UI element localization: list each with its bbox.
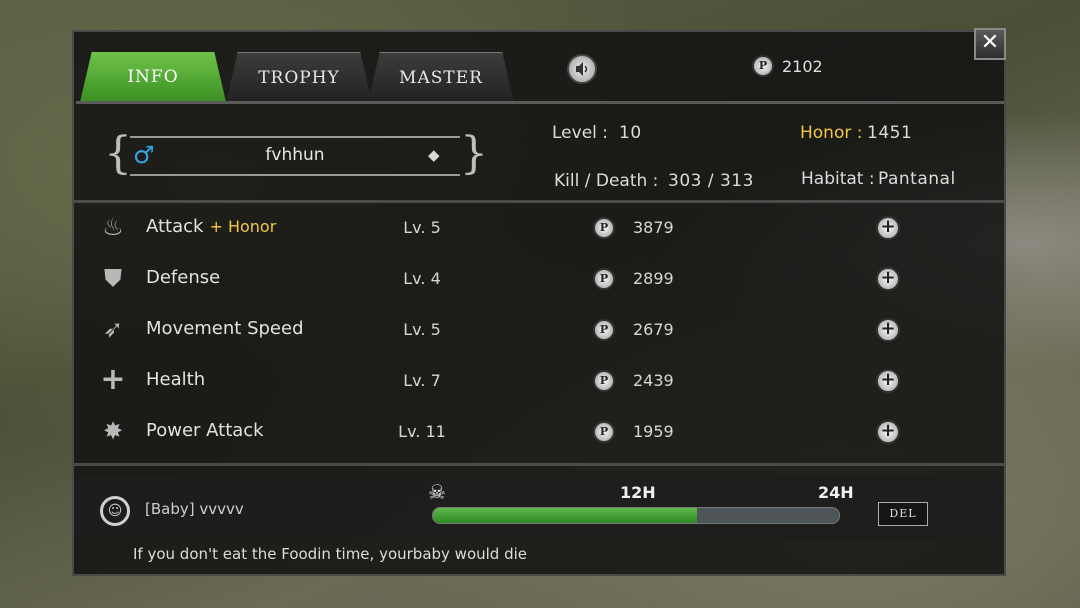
shield-icon: ⛊ [104,264,122,292]
skill-row-power-attack: ✸ Power Attack Lv. 11 P 1959 + [72,406,1006,456]
skill-row-attack: ♨ Attack + Honor Lv. 5 P 3879 + [72,202,1006,252]
points-icon: P [593,370,615,392]
upgrade-health-button[interactable]: + [876,369,900,393]
tab-info[interactable]: INFO [80,52,226,102]
food-progress-fill [433,508,697,523]
skill-cost: 2439 [633,371,674,390]
skill-row-health: + Health Lv. 7 P 2439 + [72,355,1006,405]
tab-trophy[interactable]: TROPHY [226,52,372,103]
player-name: fvhhun [265,145,325,165]
skill-name: Attack + Honor [146,216,277,237]
level-label: Level : [552,123,609,143]
diamond-icon[interactable]: ◆ [428,146,440,164]
skill-row-defense: ⛊ Defense Lv. 4 P 2899 + [72,253,1006,303]
flame-icon: ♨ [102,213,124,241]
upgrade-defense-button[interactable]: + [876,267,900,291]
points-icon: P [593,217,615,239]
skill-name: Health [146,369,206,390]
skill-level: Lv. 5 [403,320,441,339]
skills-divider [72,463,1006,466]
habitat-label: Habitat : [801,169,875,189]
skull-icon: ☠ [428,480,446,504]
left-bracket-ornament: { [104,128,132,179]
skill-cost: 1959 [633,422,674,441]
points-icon: P [593,421,615,443]
burst-icon: ✸ [102,417,124,445]
points-icon: P [593,319,615,341]
male-gender-icon: ♂ [133,141,155,169]
sound-button[interactable] [567,54,597,84]
honor-bonus-label: + Honor [209,217,277,236]
skill-level: Lv. 5 [403,218,441,237]
skill-name: Defense [146,267,221,288]
upgrade-attack-button[interactable]: + [876,216,900,240]
kill-death-value: 303 / 313 [668,171,754,191]
skill-level: Lv. 11 [398,422,446,441]
skill-cost: 2899 [633,269,674,288]
level-value: 10 [619,123,642,143]
skill-cost: 3879 [633,218,674,237]
skill-row-movement-speed: ➶ Movement Speed Lv. 5 P 2679 + [72,304,1006,354]
upgrade-movement-speed-button[interactable]: + [876,318,900,342]
upgrade-power-attack-button[interactable]: + [876,420,900,444]
delete-button[interactable]: DEL [878,502,928,526]
wing-icon: ➶ [102,315,124,343]
skill-name: Power Attack [146,420,264,441]
skill-cost: 2679 [633,320,674,339]
tab-master[interactable]: MASTER [368,52,514,103]
cross-icon: + [100,362,126,397]
points-icon: P [593,268,615,290]
warning-message: If you don't eat the Foodin time, yourba… [133,545,528,563]
skill-name: Movement Speed [146,318,304,339]
skill-level: Lv. 7 [403,371,441,390]
kill-death-label: Kill / Death : [554,171,659,191]
honor-value: 1451 [867,123,913,143]
close-button[interactable]: ✕ [974,28,1006,60]
time-end-label: 24H [818,483,854,502]
baby-tag: [Baby] vvvvv [145,500,244,518]
right-bracket-ornament: } [460,128,488,179]
speaker-icon [576,62,588,76]
honor-label: Honor : [800,123,863,143]
food-progress-bar [432,507,840,524]
tab-divider [76,101,1004,104]
habitat-value: Pantanal [878,169,956,189]
points-icon: P [752,55,774,77]
skill-level: Lv. 4 [403,269,441,288]
baby-icon: ☺ [100,496,130,526]
time-mid-label: 12H [620,483,656,502]
points-total: 2102 [782,57,823,76]
